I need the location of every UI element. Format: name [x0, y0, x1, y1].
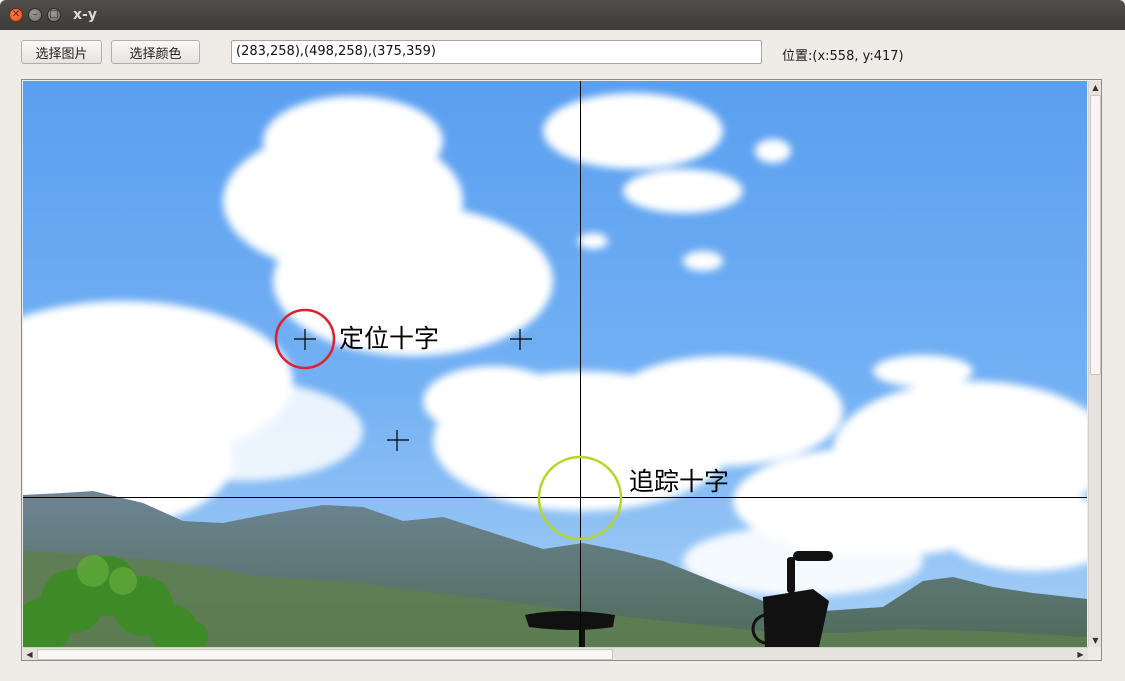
background-photo: [23, 81, 1087, 647]
arrow-down-icon[interactable]: ▼: [1089, 634, 1102, 647]
select-color-button[interactable]: 选择颜色: [111, 40, 200, 64]
vertical-scrollbar[interactable]: ▲ ▼: [1088, 81, 1101, 647]
arrow-left-icon[interactable]: ◀: [23, 648, 36, 661]
arrow-up-icon[interactable]: ▲: [1089, 81, 1102, 94]
horizontal-scrollbar[interactable]: ◀ ▶: [23, 647, 1088, 660]
track-cross-label: 追踪十字: [629, 467, 729, 496]
horizontal-scroll-thumb[interactable]: [37, 649, 613, 660]
app-window: ✕ – □ x-y 选择图片 选择颜色 (283,258),(498,258),…: [0, 0, 1125, 681]
image-scroll-area[interactable]: 定位十字 追踪十字 ▲ ▼ ◀ ▶: [21, 79, 1102, 661]
arrow-right-icon[interactable]: ▶: [1074, 648, 1087, 661]
maximize-icon[interactable]: □: [47, 8, 61, 22]
close-icon[interactable]: ✕: [9, 8, 23, 22]
photo-canvas[interactable]: 定位十字 追踪十字: [23, 81, 1087, 647]
scroll-corner: [1088, 647, 1101, 660]
select-image-button[interactable]: 选择图片: [21, 40, 102, 64]
vertical-scroll-thumb[interactable]: [1090, 95, 1101, 375]
position-label: 位置:(x:558, y:417): [782, 49, 904, 64]
coordinates-input[interactable]: (283,258),(498,258),(375,359): [231, 40, 762, 64]
locate-cross-label: 定位十字: [339, 324, 439, 353]
title-bar: ✕ – □ x-y: [0, 0, 1125, 30]
window-title: x-y: [73, 7, 97, 23]
image-viewport[interactable]: 定位十字 追踪十字: [23, 81, 1087, 647]
minimize-icon[interactable]: –: [28, 8, 42, 22]
